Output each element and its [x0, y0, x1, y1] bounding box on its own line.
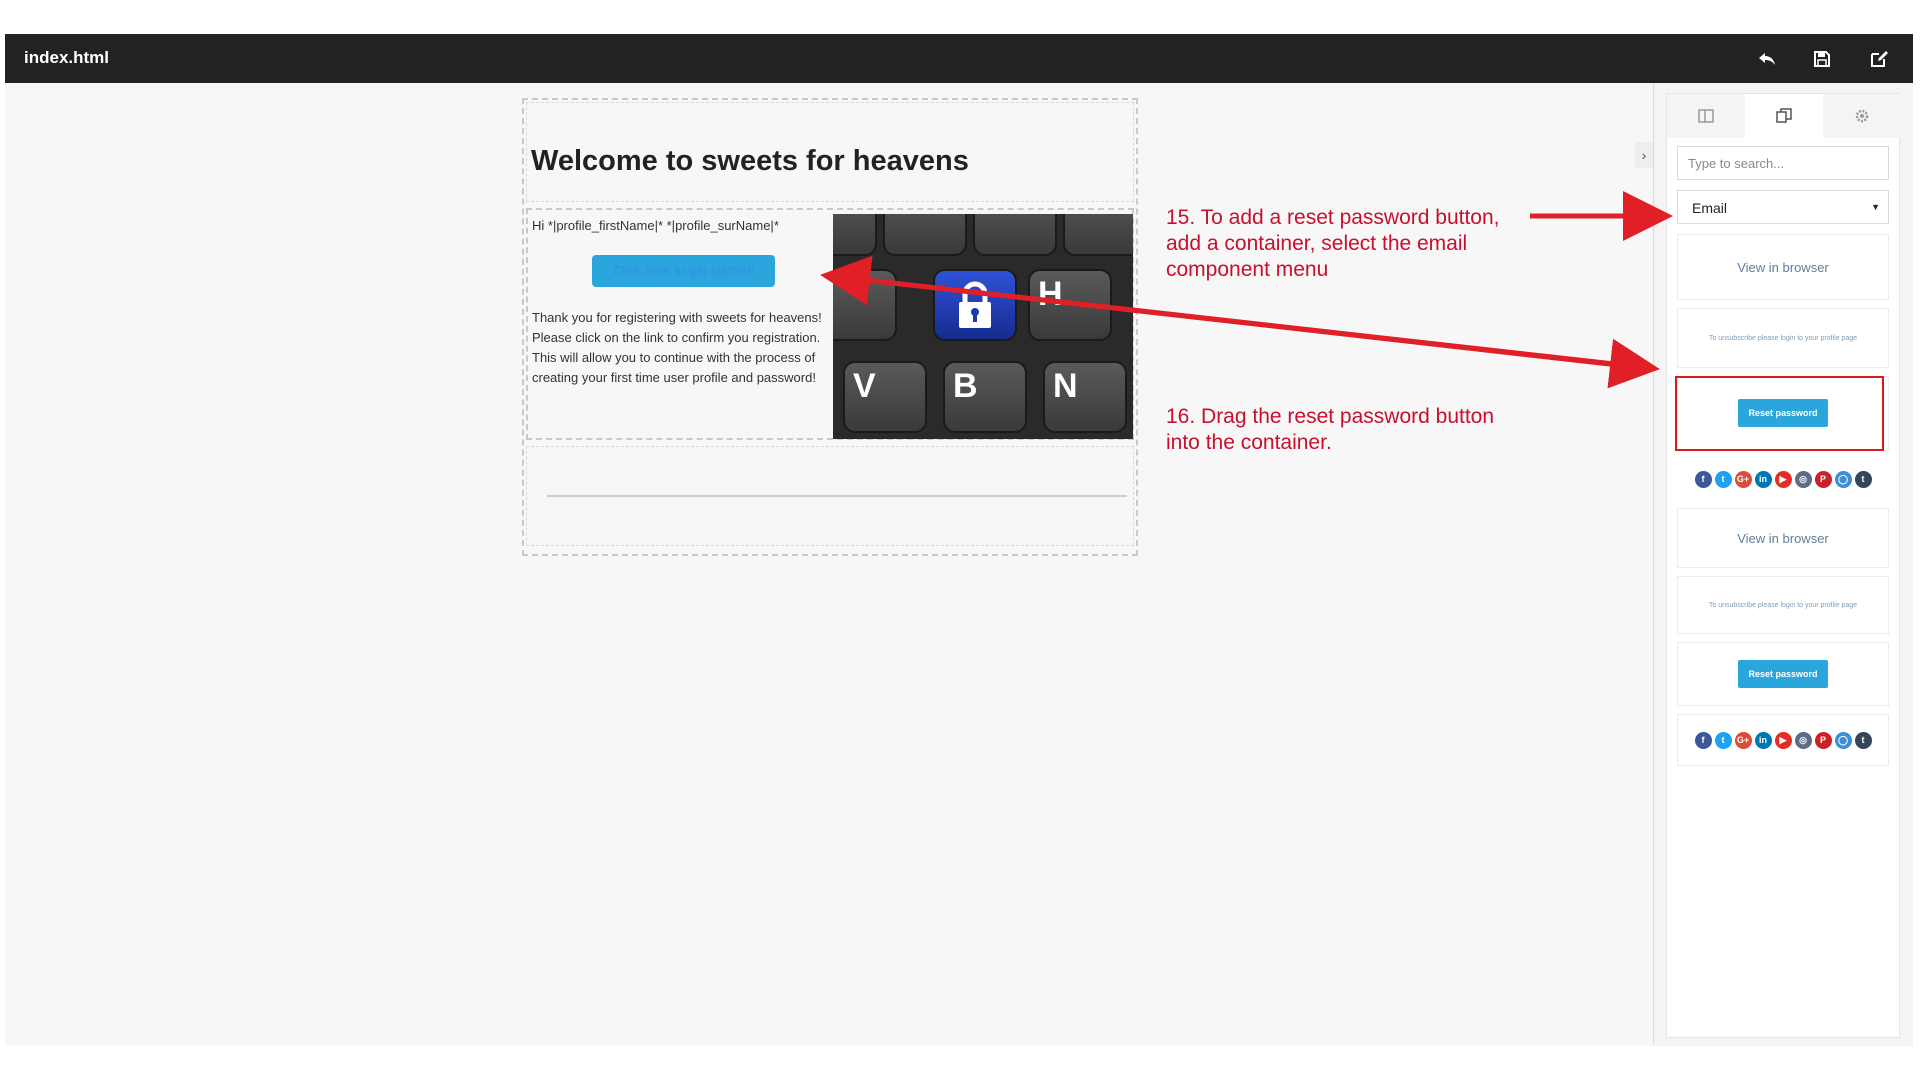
key-letter: N [1053, 367, 1078, 405]
tab-settings[interactable] [1823, 94, 1901, 138]
panel-collapse-toggle[interactable]: › [1635, 142, 1653, 168]
youtube-icon: ▶ [1773, 730, 1793, 750]
right-panel: Email ▼ View in browser To unsubscribe p… [1653, 83, 1913, 1046]
save-icon[interactable] [1809, 46, 1835, 72]
unsubscribe-label: To unsubscribe please login to your prof… [1708, 601, 1858, 609]
key-letter: H [1038, 275, 1063, 313]
keyboard-image[interactable]: H V B N [833, 214, 1133, 439]
unsubscribe-block[interactable]: To unsubscribe please login to your prof… [1677, 308, 1889, 368]
app-window: index.html Welcome to sweets for heavens… [5, 34, 1913, 1046]
facebook-icon: f [1693, 469, 1713, 489]
highlight-box [1675, 376, 1884, 451]
linkedin-icon: in [1753, 730, 1773, 750]
keyboard-key [1063, 214, 1133, 256]
annotation-step-16: 16. Drag the reset password button into … [1166, 405, 1495, 454]
google-plus-icon: G+ [1733, 469, 1753, 489]
github-icon: ◯ [1833, 730, 1853, 750]
instagram-icon: ◎ [1793, 730, 1813, 750]
layout-icon [1698, 109, 1714, 123]
tumblr-icon: t [1853, 730, 1873, 750]
caret-down-icon: ▼ [1871, 202, 1880, 212]
tumblr-icon: t [1853, 469, 1873, 489]
edit-icon[interactable] [1866, 46, 1892, 72]
reset-password-button[interactable]: Reset password [1738, 660, 1828, 688]
view-in-browser-block[interactable]: View in browser [1677, 508, 1889, 568]
body-line: Thank you for registering with sweets fo… [532, 310, 822, 325]
gear-icon [1855, 109, 1869, 123]
tab-components[interactable] [1745, 94, 1823, 138]
greeting-text[interactable]: Hi *|profile_firstName|* *|profile_surNa… [532, 218, 779, 233]
body-line: Please click on the link to confirm you … [532, 330, 821, 385]
social-icons-block[interactable]: f t G+ in ▶ ◎ P ◯ t [1677, 714, 1889, 766]
key-letter: B [953, 367, 978, 405]
panel-body: Email ▼ View in browser To unsubscribe p… [1666, 93, 1901, 1038]
content-container[interactable]: Hi *|profile_firstName|* *|profile_surNa… [526, 208, 1134, 440]
social-icons-row: f t G+ in ▶ ◎ P ◯ t [1693, 730, 1873, 750]
pinterest-icon: P [1813, 730, 1833, 750]
divider-line [547, 495, 1127, 497]
reset-password-block[interactable]: Reset password [1677, 642, 1889, 706]
component-search-input[interactable] [1677, 146, 1889, 180]
pinterest-icon: P [1813, 469, 1833, 489]
key-letter: V [853, 367, 876, 405]
view-in-browser-label: View in browser [1737, 259, 1829, 275]
top-toolbar: index.html [5, 34, 1913, 83]
file-title: index.html [24, 48, 110, 67]
keyboard-key-h: H [1028, 269, 1112, 341]
view-in-browser-label: View in browser [1737, 530, 1829, 546]
copy-icon [1776, 108, 1792, 123]
email-title[interactable]: Welcome to sweets for heavens [531, 145, 969, 178]
view-in-browser-block[interactable]: View in browser [1677, 234, 1889, 300]
twitter-icon: t [1713, 730, 1733, 750]
social-icons-block[interactable]: f t G+ in ▶ ◎ P ◯ t [1677, 458, 1889, 500]
keyboard-key [833, 214, 877, 256]
title-container[interactable]: Welcome to sweets for heavens [526, 102, 1134, 202]
keyboard-key-b: B [943, 361, 1027, 433]
facebook-icon: f [1693, 730, 1713, 750]
lock-key [933, 269, 1017, 341]
github-icon: ◯ [1833, 469, 1853, 489]
component-category-select[interactable]: Email ▼ [1677, 190, 1889, 224]
unsubscribe-block[interactable]: To unsubscribe please login to your prof… [1677, 576, 1889, 634]
keyboard-key [833, 269, 897, 341]
tab-layout[interactable] [1667, 94, 1745, 138]
twitter-icon: t [1713, 469, 1733, 489]
google-plus-icon: G+ [1733, 730, 1753, 750]
social-icons-row: f t G+ in ▶ ◎ P ◯ t [1693, 469, 1873, 489]
instagram-icon: ◎ [1793, 469, 1813, 489]
keyboard-key-n: N [1043, 361, 1127, 433]
unsubscribe-label: To unsubscribe please login to your prof… [1708, 334, 1858, 342]
get-started-button[interactable]: Click here to get started! [592, 255, 775, 287]
undo-icon[interactable] [1754, 46, 1780, 72]
footer-container[interactable] [526, 446, 1134, 546]
linkedin-icon: in [1753, 469, 1773, 489]
body-text[interactable]: Thank you for registering with sweets fo… [532, 308, 832, 388]
padlock-icon [959, 281, 991, 328]
keyboard-key [973, 214, 1057, 256]
youtube-icon: ▶ [1773, 469, 1793, 489]
category-selected-label: Email [1692, 200, 1728, 216]
keyboard-key-v: V [843, 361, 927, 433]
keyboard-key [883, 214, 967, 256]
email-canvas[interactable]: Welcome to sweets for heavens Hi *|profi… [522, 98, 1138, 556]
annotation-step-15: 15. To add a reset password button, add … [1166, 206, 1500, 281]
